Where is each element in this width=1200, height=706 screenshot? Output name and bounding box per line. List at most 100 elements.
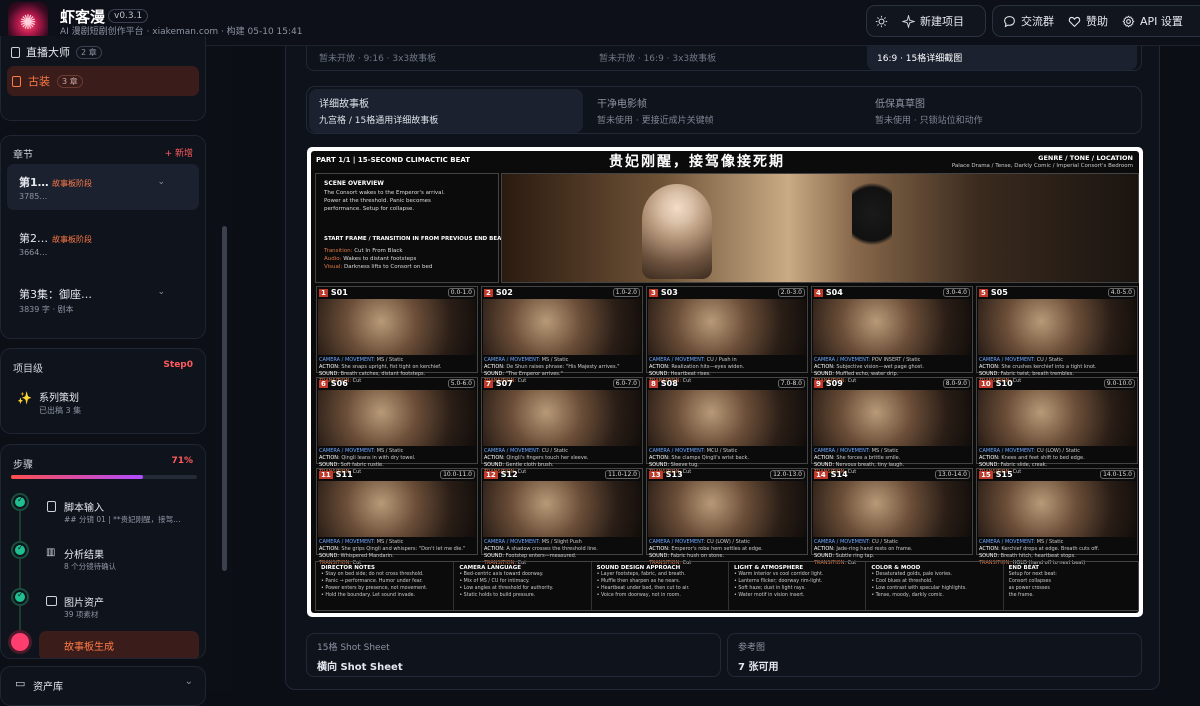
shot-id: S12 (500, 470, 518, 479)
action-value: Emperor's robe hem settles at edge. (671, 546, 763, 552)
start-frame-value: Darkness lifts to Consort on bed (344, 264, 433, 270)
chapter-status-tag: 故事板阶段 (52, 179, 92, 188)
step-label: 故事板生成 (64, 642, 114, 653)
shot-sheet-card[interactable]: 15格 Shot Sheet 横向 Shot Sheet (306, 633, 721, 677)
shot-time: 2.0-3.0 (777, 288, 805, 297)
step-complete-icon (13, 495, 27, 509)
shot-camera-line: CAMERA / MOVEMENT: MS / Slight Push (484, 539, 640, 546)
action-label: ACTION: (484, 455, 505, 461)
chevron-down-icon[interactable]: ⌄ (157, 177, 165, 187)
option-detailed-storyboard[interactable]: 详细故事板 九宫格 / 15格通用详细故事板 (309, 89, 583, 133)
sound-value: Subtle ring tap. (835, 553, 875, 559)
shot-number: 12 (484, 470, 498, 479)
community-label: 交流群 (1021, 15, 1054, 28)
shot-action-line: ACTION: A shadow crosses the threshold l… (484, 546, 640, 553)
shot-thumbnail (813, 390, 971, 446)
chapters-card: 章节 + 新增 第1… 故事板阶段 3785… ⌄ 第2… 故事板阶段 3664… (0, 135, 206, 339)
new-project-button[interactable]: 新建项目 (896, 6, 970, 36)
shot-time: 0.0-1.0 (447, 288, 475, 297)
document-icon (47, 501, 56, 512)
notes-line: • Heartbeat under bed, then cut to air. (596, 586, 690, 591)
sound-label: SOUND: (814, 553, 835, 559)
action-label: ACTION: (484, 364, 505, 370)
shot-header: 9 S09 (812, 378, 843, 389)
sidebar-scrollbar[interactable] (222, 226, 227, 571)
layout-option-selected[interactable]: 16:9 · 15格详细截图 (867, 46, 1137, 70)
shot-id: S09 (825, 379, 843, 388)
action-label: ACTION: (649, 455, 670, 461)
start-frame-key: Audio: (324, 256, 342, 262)
notes-line: • Cool blues at threshold. (871, 579, 933, 584)
notes-line: • Layer footsteps, fabric, and breath. (596, 572, 686, 577)
chapter-title: 第3集：御座… (19, 288, 92, 301)
chapter-item[interactable]: 第1… 故事板阶段 3785… ⌄ (7, 164, 199, 210)
shot-cell: 15 S15 14.0-15.0 CAMERA / MOVEMENT: MS / St… (976, 468, 1138, 566)
shot-cell: 2 S02 1.0-2.0 CAMERA / MOVEMENT: MS / Stati… (481, 286, 643, 384)
shot-time: 6.0-7.0 (612, 379, 640, 388)
shot-thumbnail (483, 390, 641, 446)
chapter-item[interactable]: 第2… 故事板阶段 3664… (7, 220, 199, 266)
shot-time: 7.0-8.0 (777, 379, 805, 388)
progress-fill (11, 475, 144, 479)
shot-header: 4 S04 (812, 287, 843, 298)
shot-thumbnail (978, 299, 1136, 355)
new-project-label: 新建项目 (920, 15, 964, 28)
option-lofi-sketch[interactable]: 低保真草图 暂未使用 · 只锁站位和动作 (865, 89, 1139, 133)
action-label: ACTION: (319, 364, 340, 370)
shot-action-line: ACTION: She snaps upright, fist tight on… (319, 364, 475, 371)
chevron-down-icon[interactable]: ⌄ (185, 676, 193, 687)
sponsor-button[interactable]: 赞助 (1061, 6, 1115, 36)
shot-header: 1 S01 (317, 287, 348, 298)
step-complete-icon (13, 543, 27, 557)
image-icon (46, 596, 57, 606)
style-item[interactable]: 直播大师 2 章 (11, 44, 102, 60)
shot-id: S15 (995, 470, 1013, 479)
chevron-down-icon[interactable]: ⌄ (157, 287, 165, 297)
step-current-icon (11, 633, 29, 651)
camera-value: MS / Static (1036, 539, 1064, 545)
gear-icon (1122, 15, 1135, 27)
action-value: Kerchief drops at edge. Breath cuts off. (1001, 546, 1100, 552)
sound-value: Fabric hush on stone. (670, 553, 725, 559)
logo-glyph: ✺ (19, 10, 37, 34)
series-plan-item[interactable]: 系列策划 (39, 389, 79, 404)
style-item-badge: 2 章 (76, 45, 102, 59)
chapter-status-tag: 故事板阶段 (52, 235, 92, 244)
shot-cell: 13 S13 12.0-13.0 CAMERA / MOVEMENT: CU (LOW… (646, 468, 808, 566)
community-button[interactable]: 交流群 (993, 6, 1061, 36)
chapter-item[interactable]: 第3集：御座… 3839 字 · 剧本 ⌄ (7, 276, 199, 322)
action-value: She snaps upright, fist tight on kerchie… (341, 364, 442, 370)
storyboard-image[interactable]: PART 1/1 | 15-SECOND CLIMACTIC BEAT 贵妃刚醒… (307, 147, 1143, 617)
api-settings-button[interactable]: API 设置 (1115, 6, 1187, 36)
shot-id: S03 (660, 288, 678, 297)
shot-time: 9.0-10.0 (1103, 379, 1135, 388)
theme-toggle-button[interactable] (867, 6, 896, 36)
shot-cell: 11 S11 10.0-11.0 CAMERA / MOVEMENT: MS / St… (316, 468, 478, 566)
chapter-title: 第1… (19, 176, 49, 189)
add-chapter-button[interactable]: + 新增 (165, 146, 193, 159)
shot-number: 9 (814, 379, 823, 388)
option-title: 低保真草图 (875, 99, 925, 110)
step-active[interactable]: 故事板生成 (39, 631, 199, 658)
step-label[interactable]: 脚本输入 (64, 499, 104, 514)
step-label[interactable]: 图片资产 (64, 594, 104, 609)
option-clean-film-frame[interactable]: 干净电影帧 暂未使用 · 更接近成片关键帧 (587, 89, 861, 133)
shot-camera-line: CAMERA / MOVEMENT: POV INSERT / Static (814, 357, 970, 364)
notes-line: • Lanterns flicker; doorway rim-light. (734, 579, 823, 584)
action-label: ACTION: (649, 546, 670, 552)
scene-overview-box: SCENE OVERVIEW The Consort wakes to the … (315, 173, 505, 283)
sun-icon (875, 15, 888, 27)
shot-number: 4 (814, 288, 823, 297)
action-label: ACTION: (979, 455, 1000, 461)
start-frame-key: Visual: (324, 264, 343, 270)
asset-library-card[interactable]: ▭ 资产库 ⌄ (0, 666, 206, 706)
camera-value: CU / Static (1036, 357, 1063, 363)
steps-title: 步骤 (13, 460, 33, 471)
style-item-active[interactable]: 古装 3 章 (7, 66, 199, 96)
toolbar-left-group: 新建项目 (866, 5, 986, 37)
step-label[interactable]: 分析结果 (64, 546, 104, 561)
board-title: 贵妃刚醒，接驾像接死期 (609, 154, 785, 170)
reference-images-card[interactable]: 参考图 7 张可用 (727, 633, 1142, 677)
notes-line: • Low contrast with specular highlights. (871, 586, 967, 591)
shot-sound-line: SOUND: Subtle ring tap. (814, 553, 970, 560)
